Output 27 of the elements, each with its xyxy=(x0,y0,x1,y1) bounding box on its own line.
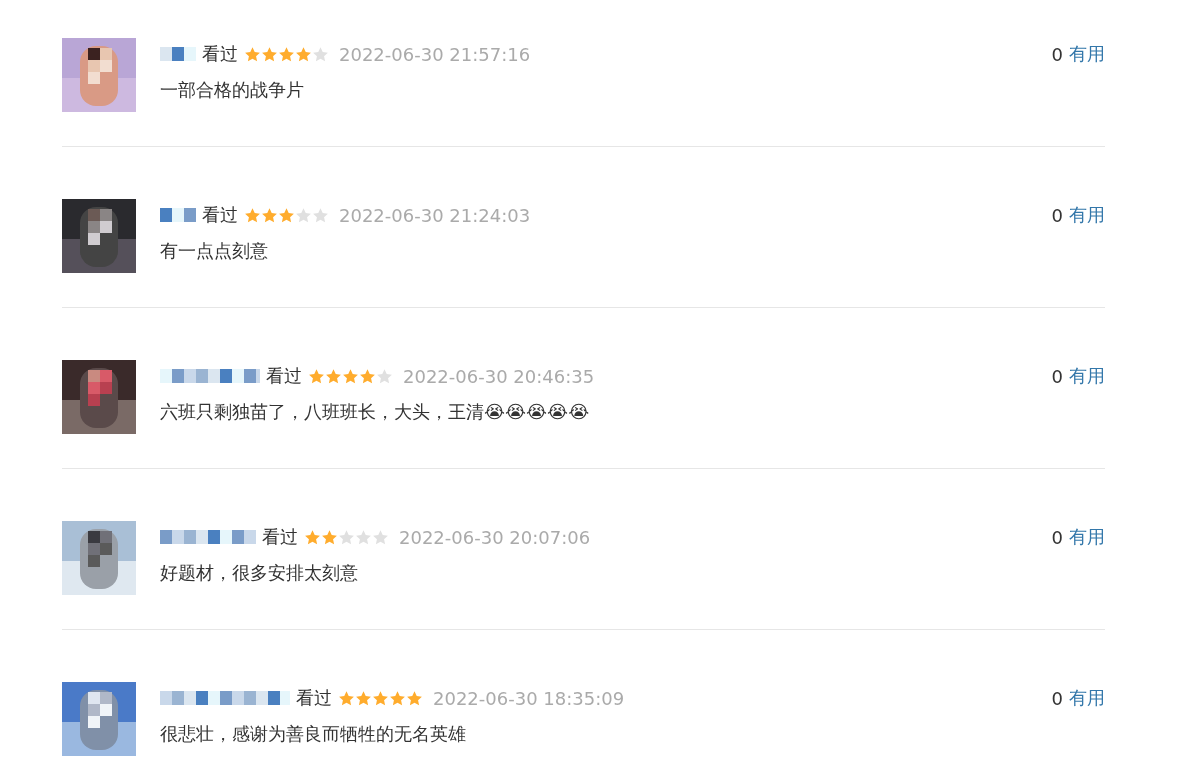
comment-text: 六班只剩独苗了，八班班长，大头，王清😭😭😭😭😭 xyxy=(160,400,591,424)
watched-label: 看过 xyxy=(262,525,298,549)
useful-link[interactable]: 有用 xyxy=(1069,686,1105,710)
vote-count: 0 xyxy=(1051,365,1063,387)
comment-text: 很悲壮，感谢为善良而牺牲的无名英雄 xyxy=(160,722,467,746)
pixelated-username xyxy=(160,206,196,224)
vote-count: 0 xyxy=(1051,204,1063,226)
pixelated-username xyxy=(160,45,196,63)
useful-link[interactable]: 有用 xyxy=(1069,364,1105,388)
vote-count: 0 xyxy=(1051,687,1063,709)
useful-link[interactable]: 有用 xyxy=(1069,203,1105,227)
comment-time: 2022-06-30 21:24:03 xyxy=(339,204,531,226)
comment-time: 2022-06-30 20:46:35 xyxy=(403,365,595,387)
comment-text: 一部合格的战争片 xyxy=(160,78,305,102)
watched-label: 看过 xyxy=(266,364,302,388)
useful-link[interactable]: 有用 xyxy=(1069,42,1105,66)
useful-link[interactable]: 有用 xyxy=(1069,525,1105,549)
watched-label: 看过 xyxy=(202,203,238,227)
comment-time: 2022-06-30 20:07:06 xyxy=(399,526,591,548)
vote-count: 0 xyxy=(1051,43,1063,65)
vote-count: 0 xyxy=(1051,526,1063,548)
comment-time: 2022-06-30 18:35:09 xyxy=(433,687,625,709)
comment-text: 好题材，很多安排太刻意 xyxy=(160,561,359,585)
comment-time: 2022-06-30 21:57:16 xyxy=(339,43,531,65)
watched-label: 看过 xyxy=(296,686,332,710)
comment-text: 有一点点刻意 xyxy=(160,239,269,263)
watched-label: 看过 xyxy=(202,42,238,66)
